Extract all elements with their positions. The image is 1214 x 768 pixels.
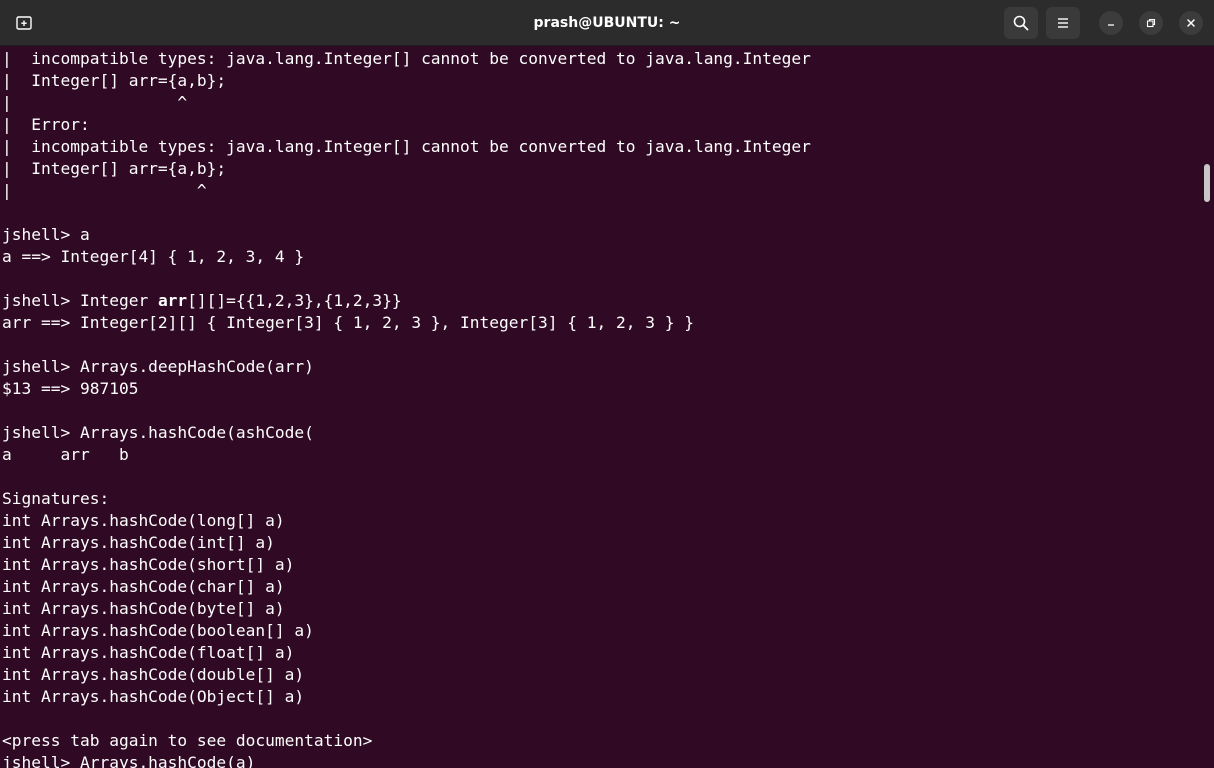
terminal-line: arr ==> Integer[2][] { Integer[3] { 1, 2…	[2, 313, 694, 332]
restore-button[interactable]	[1139, 11, 1163, 35]
terminal-line: int Arrays.hashCode(byte[] a)	[2, 599, 285, 618]
terminal-line: int Arrays.hashCode(long[] a)	[2, 511, 285, 530]
terminal-line: jshell> Arrays.hashCode(ashCode(	[2, 423, 314, 442]
minimize-icon	[1108, 24, 1114, 26]
hamburger-menu-icon	[1058, 18, 1068, 28]
terminal-line: a arr b	[2, 445, 129, 464]
terminal-line: int Arrays.hashCode(Object[] a)	[2, 687, 305, 706]
terminal-line: int Arrays.hashCode(char[] a)	[2, 577, 285, 596]
terminal-line: | Integer[] arr={a,b};	[2, 71, 227, 90]
terminal-line: | Error:	[2, 115, 90, 134]
scrollbar-thumb[interactable]	[1204, 164, 1210, 202]
title-bar[interactable]: prash@UBUNTU: ~	[0, 0, 1214, 46]
close-button[interactable]	[1179, 11, 1203, 35]
terminal-line: | Integer[] arr={a,b};	[2, 159, 227, 178]
terminal-line: jshell> Arrays.deepHashCode(arr)	[2, 357, 314, 376]
terminal-line: int Arrays.hashCode(float[] a)	[2, 643, 295, 662]
terminal-line: <press tab again to see documentation>	[2, 731, 373, 750]
terminal-line: | ^	[2, 93, 188, 112]
terminal-line: jshell> a	[2, 225, 90, 244]
menu-button[interactable]	[1046, 7, 1080, 39]
terminal-line: int Arrays.hashCode(boolean[] a)	[2, 621, 314, 640]
terminal-line: | incompatible types: java.lang.Integer[…	[2, 137, 811, 156]
minimize-button[interactable]	[1099, 11, 1123, 35]
terminal-line: | ^	[2, 181, 207, 200]
search-icon	[1013, 15, 1029, 31]
terminal-line: int Arrays.hashCode(short[] a)	[2, 555, 295, 574]
terminal-line: int Arrays.hashCode(double[] a)	[2, 665, 305, 684]
terminal-line: jshell> Arrays.hashCode(a)	[2, 753, 256, 768]
search-button[interactable]	[1004, 7, 1038, 39]
terminal-output[interactable]: | incompatible types: java.lang.Integer[…	[0, 48, 1200, 768]
terminal-window: prash@UBUNTU: ~ | incompatible types: ja…	[0, 0, 1214, 768]
terminal-line: a ==> Integer[4] { 1, 2, 3, 4 }	[2, 247, 305, 266]
terminal-line: Signatures:	[2, 489, 110, 508]
terminal-line: $13 ==> 987105	[2, 379, 139, 398]
terminal-line: jshell> Integer arr[][]={{1,2,3},{1,2,3}…	[2, 291, 402, 310]
terminal-line: | incompatible types: java.lang.Integer[…	[2, 49, 811, 68]
restore-icon	[1146, 18, 1156, 28]
close-icon	[1187, 19, 1195, 27]
terminal-line: int Arrays.hashCode(int[] a)	[2, 533, 275, 552]
